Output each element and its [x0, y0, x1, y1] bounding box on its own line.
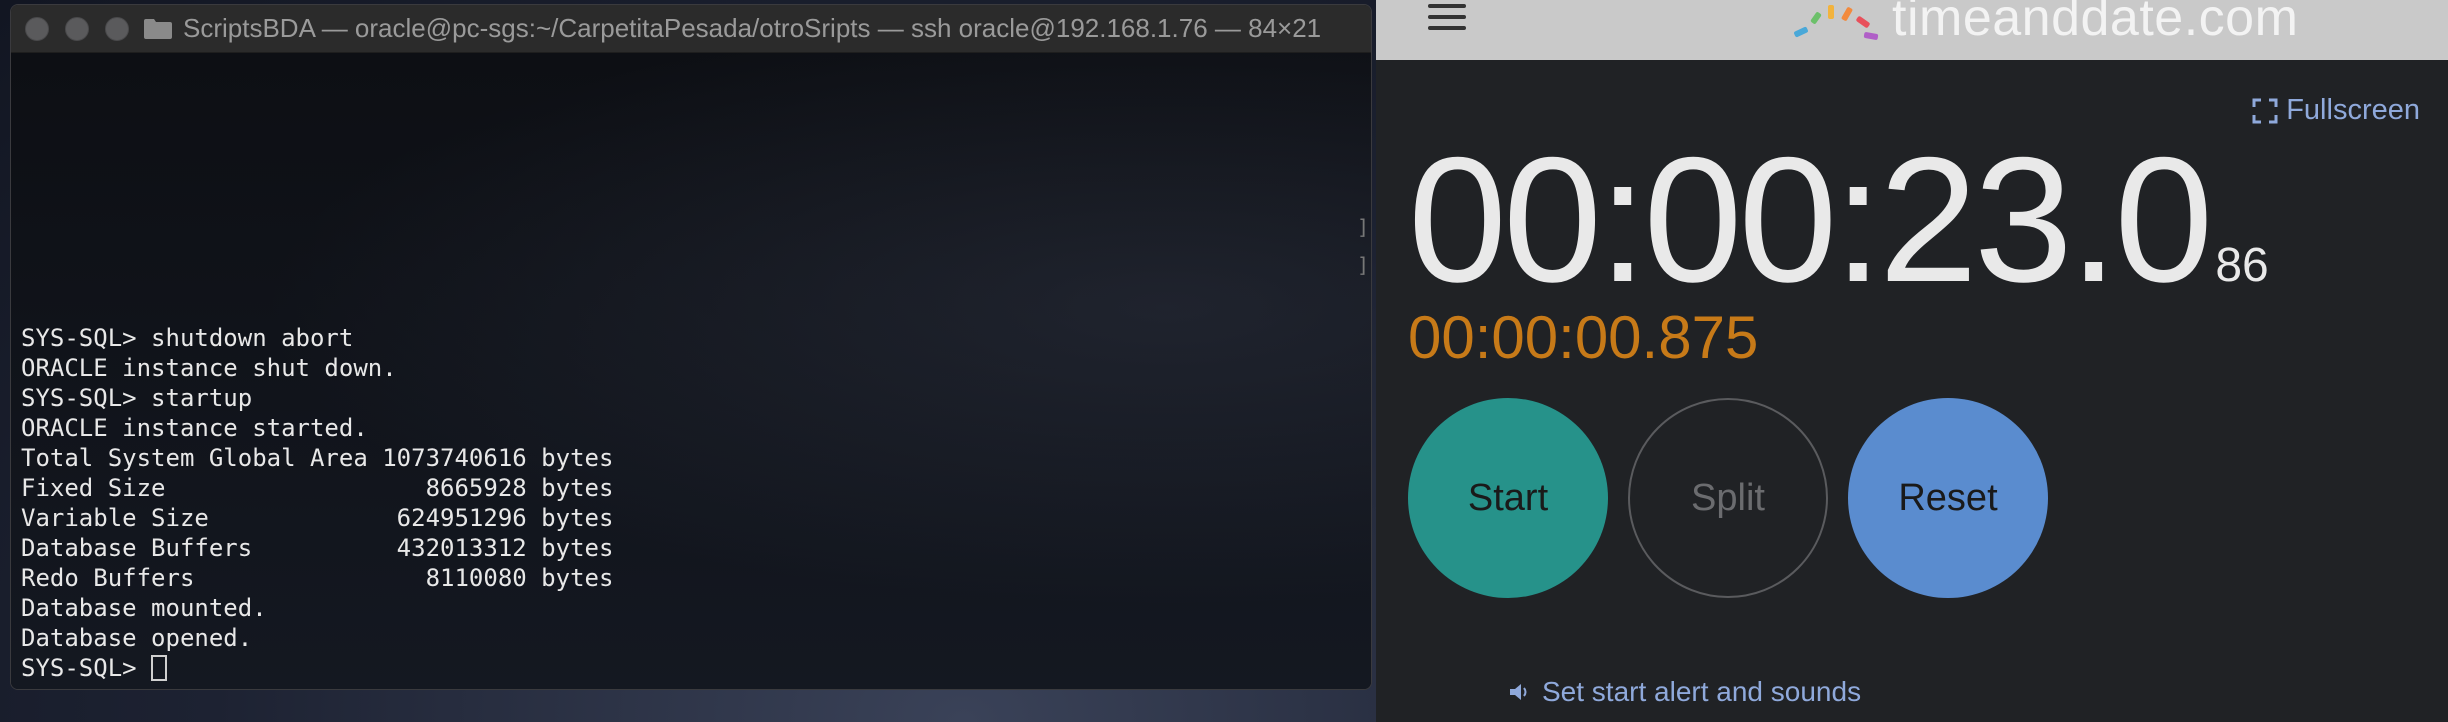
terminal-titlebar[interactable]: ScriptsBDA — oracle@pc-sgs:~/CarpetitaPe…	[11, 5, 1371, 53]
split-button[interactable]: Split	[1628, 398, 1828, 598]
stopwatch-milliseconds: 86	[2215, 239, 2269, 292]
speaker-icon	[1510, 684, 1527, 700]
terminal-line: Fixed Size 8665928 bytes	[21, 474, 614, 502]
terminal-line: Total System Global Area 1073740616 byte…	[21, 444, 614, 472]
scroll-marker: ]	[1356, 253, 1369, 277]
reset-button[interactable]: Reset	[1848, 398, 2048, 598]
terminal-line: ORACLE instance shut down.	[21, 354, 397, 382]
terminal-output: SYS-SQL> shutdown abort ORACLE instance …	[21, 323, 1351, 683]
fullscreen-button[interactable]: Fullscreen	[2252, 94, 2420, 127]
terminal-prompt: SYS-SQL>	[21, 654, 152, 682]
terminal-line: ORACLE instance started.	[21, 414, 368, 442]
stopwatch-time: 00:00:23.0	[1408, 120, 2213, 319]
set-alert-label: Set start alert and sounds	[1542, 676, 1862, 707]
window-controls	[25, 16, 129, 41]
terminal-content[interactable]: ] ] SYS-SQL> shutdown abort ORACLE insta…	[11, 53, 1371, 689]
hamburger-icon[interactable]	[1428, 4, 1466, 34]
terminal-line: Database Buffers 432013312 bytes	[21, 534, 614, 562]
stopwatch-page: timeanddate.com Fullscreen 00:00:23.0 86 …	[1376, 0, 2448, 722]
set-alert-link[interactable]: Set start alert and sounds	[1508, 676, 1861, 708]
site-logo-text: timeanddate.com	[1892, 0, 2299, 47]
terminal-window[interactable]: ScriptsBDA — oracle@pc-sgs:~/CarpetitaPe…	[10, 4, 1372, 690]
close-window-button[interactable]	[25, 16, 49, 41]
terminal-prompt-line[interactable]: SYS-SQL>	[21, 653, 1351, 683]
terminal-line: SYS-SQL> startup	[21, 384, 253, 412]
timeanddate-logo-icon	[1794, 5, 1879, 40]
terminal-line: Database opened.	[21, 624, 253, 652]
terminal-title: ScriptsBDA — oracle@pc-sgs:~/CarpetitaPe…	[183, 13, 1322, 43]
scroll-marker: ]	[1356, 215, 1369, 239]
text-cursor	[151, 655, 168, 681]
lap-time: 00:00:00.875	[1408, 304, 1759, 371]
folder-icon	[144, 18, 172, 39]
start-button[interactable]: Start	[1408, 398, 1608, 598]
fullscreen-label: Fullscreen	[2286, 94, 2420, 126]
terminal-line: Database mounted.	[21, 594, 267, 622]
minimize-window-button[interactable]	[65, 16, 89, 41]
terminal-line: Variable Size 624951296 bytes	[21, 504, 614, 532]
terminal-line: Redo Buffers 8110080 bytes	[21, 564, 614, 592]
site-logo[interactable]: timeanddate.com	[1788, 0, 2298, 48]
terminal-line: SYS-SQL> shutdown abort	[21, 324, 354, 352]
zoom-window-button[interactable]	[105, 16, 129, 41]
site-header: timeanddate.com	[1376, 0, 2448, 60]
